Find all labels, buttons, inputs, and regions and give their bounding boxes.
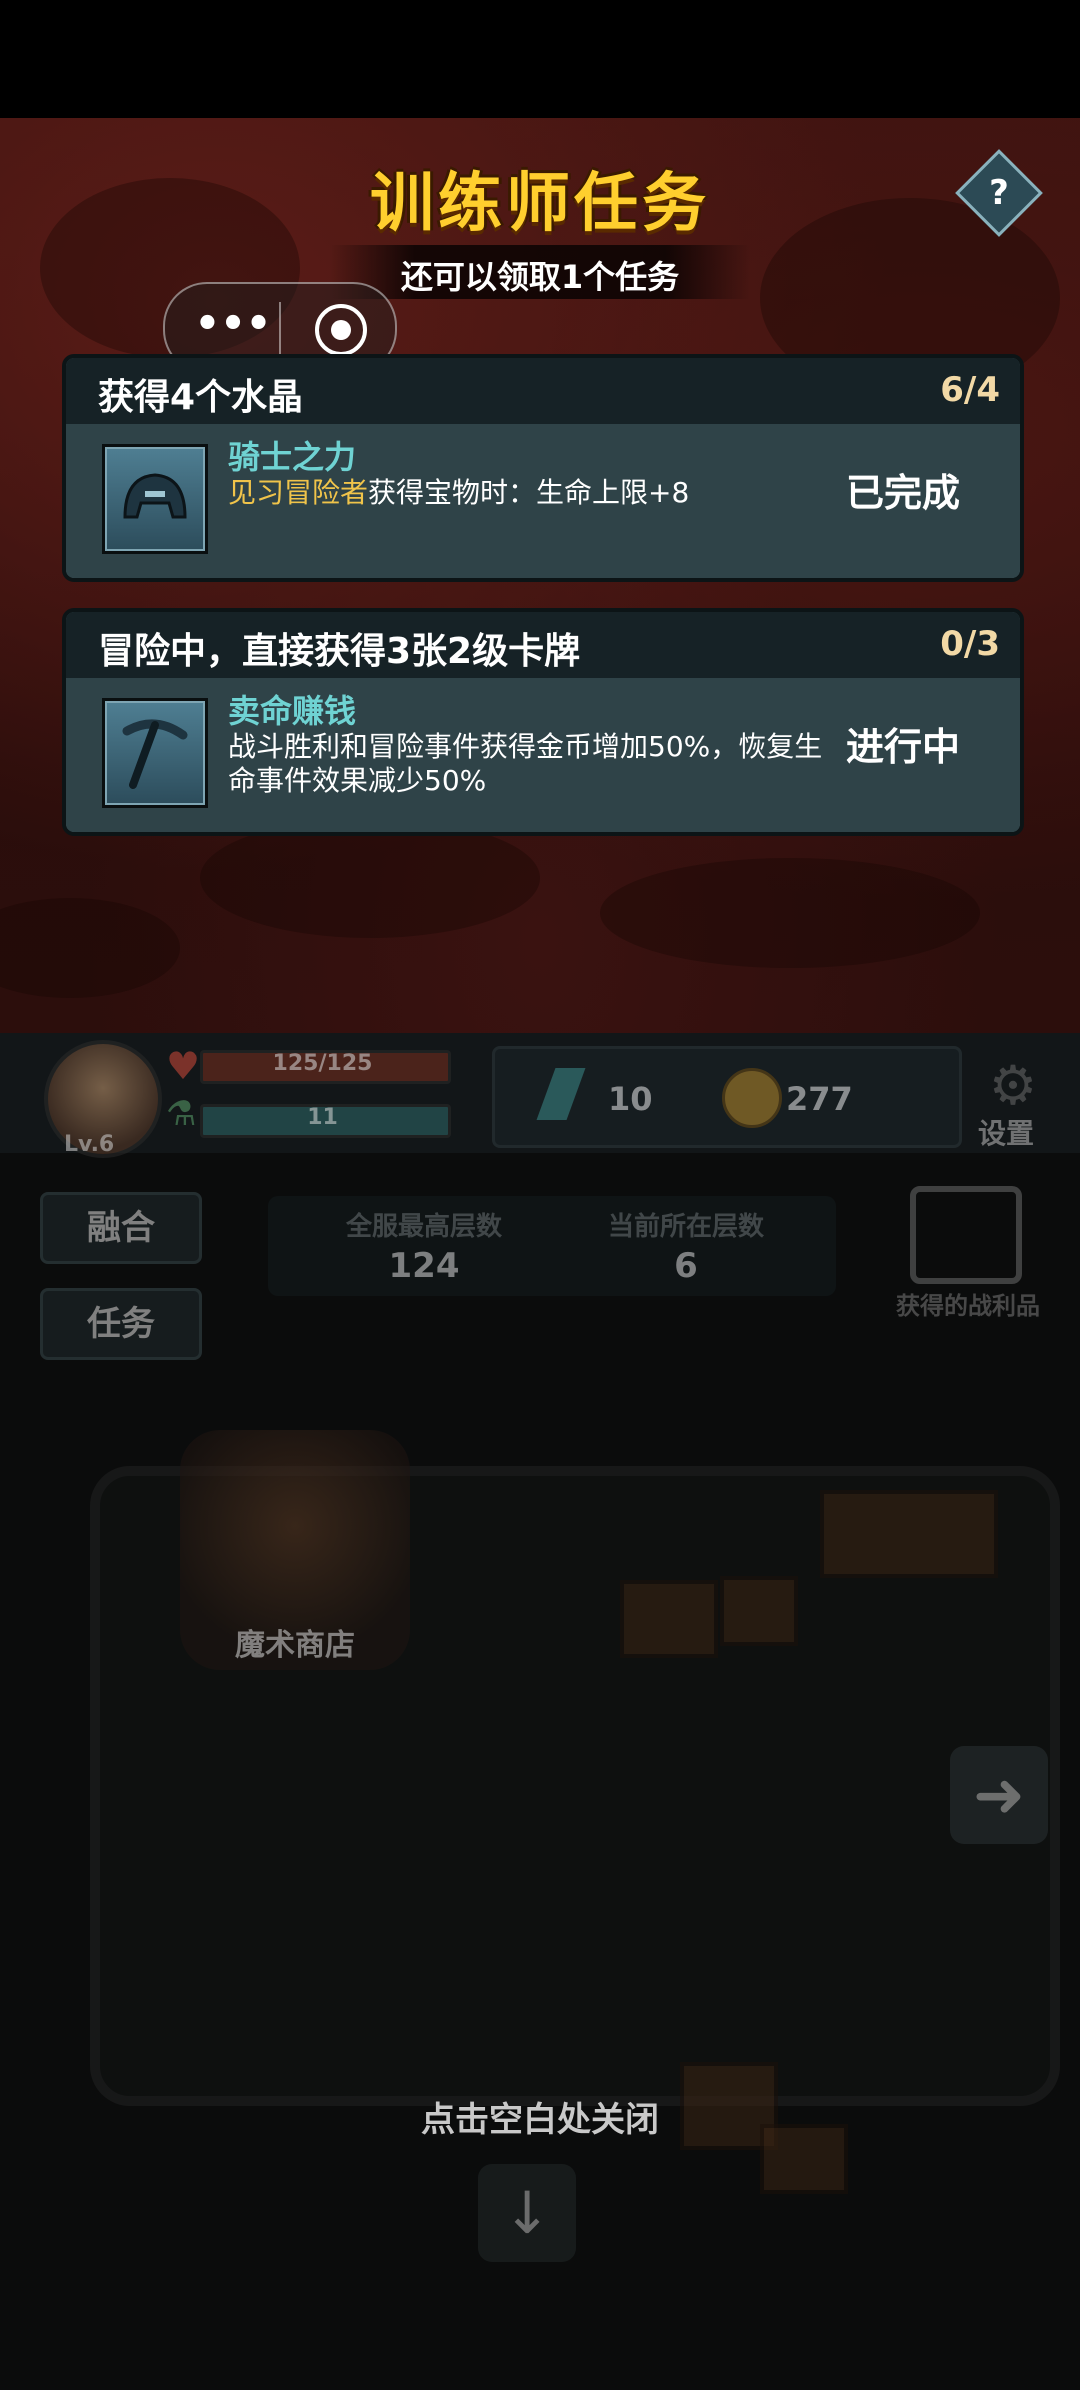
question-icon: ? (989, 173, 1009, 213)
task-status-in-progress[interactable]: 进行中 (846, 716, 960, 771)
table-prop (820, 1490, 998, 1578)
crate-prop (720, 1576, 798, 1646)
reward-text: 获得宝物时：生命上限+8 (368, 476, 690, 509)
task-card[interactable]: 获得4个水晶 6/4 骑士之力 见习冒险者获得宝物时：生命上限+8 已完成 (62, 354, 1024, 582)
task-header: 获得4个水晶 6/4 (66, 358, 1020, 424)
task-body: 骑士之力 见习冒险者获得宝物时：生命上限+8 已完成 (66, 424, 1020, 578)
knight-helmet-icon (102, 444, 208, 554)
tap-blank-to-close-hint[interactable]: 点击空白处关闭 (0, 2092, 1080, 2141)
coin-count: 277 (786, 1080, 853, 1118)
close-target-icon[interactable] (315, 304, 367, 356)
best-floor-value: 124 (388, 1246, 460, 1286)
task-title: 冒险中，直接获得3张2级卡牌 (98, 631, 581, 672)
player-level: Lv.6 (64, 1132, 115, 1157)
remaining-tasks-text: 还可以领取1个任务 (400, 258, 680, 296)
gear-icon: ⚙ (988, 1054, 1038, 1117)
task-title: 获得4个水晶 (98, 377, 304, 418)
crystal-count: 10 (608, 1080, 653, 1118)
task-progress: 0/3 (940, 624, 1000, 664)
capsule-divider (279, 302, 281, 354)
reward-name: 骑士之力 (228, 438, 357, 476)
pickaxe-icon (102, 698, 208, 808)
hp-value: 125/125 (272, 1051, 373, 1076)
current-floor-label: 当前所在层数 (607, 1212, 764, 1242)
treasure-chest-icon (910, 1186, 1022, 1284)
task-card[interactable]: 冒险中，直接获得3张2级卡牌 0/3 卖命赚钱 战斗胜利和冒险事件获得金币增加5… (62, 608, 1024, 836)
task-body: 卖命赚钱 战斗胜利和冒险事件获得金币增加50%，恢复生命事件效果减少50% 进行… (66, 678, 1020, 832)
task-button: 任务 (40, 1288, 202, 1360)
reward-text: 战斗胜利和冒险事件获得金币增加50%，恢复生命事件效果减少50% (228, 730, 823, 797)
best-floor-label: 全服最高层数 (345, 1212, 502, 1242)
loot-label: 获得的战利品 (896, 1292, 1040, 1320)
more-dots-icon[interactable]: ••• (193, 304, 273, 352)
crate-prop (620, 1580, 718, 1658)
coin-icon (722, 1068, 782, 1128)
reward-description: 战斗胜利和冒险事件获得金币增加50%，恢复生命事件效果减少50% (228, 730, 848, 798)
reward-description: 见习冒险者获得宝物时：生命上限+8 (228, 476, 848, 510)
settings-label: 设置 (978, 1117, 1035, 1150)
current-floor-value: 6 (674, 1246, 698, 1286)
fuse-button: 融合 (40, 1192, 202, 1264)
reward-highlight: 见习冒险者 (228, 476, 369, 509)
task-progress: 6/4 (940, 370, 1000, 410)
reward-name: 卖命赚钱 (228, 692, 357, 730)
task-header: 冒险中，直接获得3张2级卡牌 0/3 (66, 612, 1020, 678)
page-title: 训练师任务 (370, 167, 710, 241)
arrow-down-icon: ↓ (478, 2164, 576, 2262)
status-bar (0, 0, 1080, 118)
task-status-completed[interactable]: 已完成 (846, 462, 960, 517)
energy-value: 11 (307, 1105, 338, 1130)
arrow-right-icon: ➜ (950, 1746, 1048, 1844)
magic-shop-label: 魔术商店 (235, 1628, 355, 1663)
